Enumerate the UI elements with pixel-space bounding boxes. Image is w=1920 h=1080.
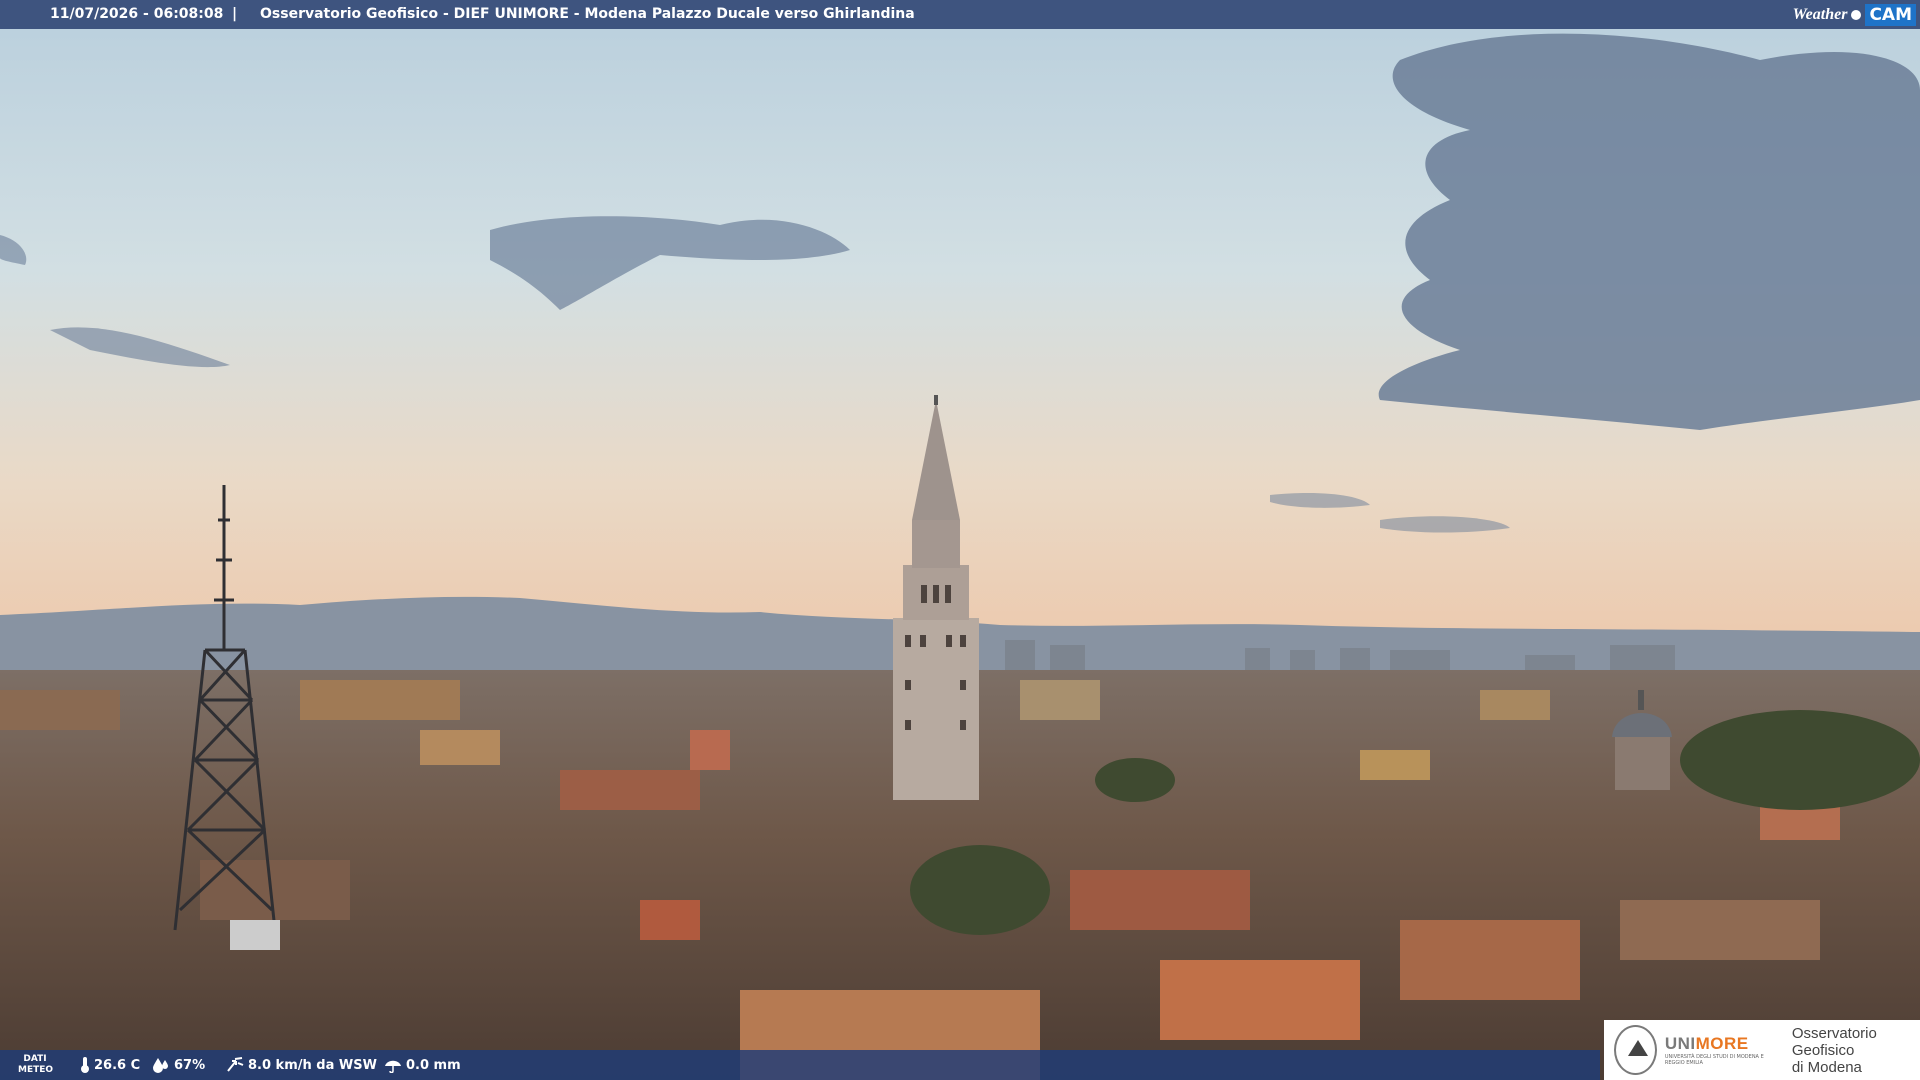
humidity-reading: 67% [152, 1057, 205, 1073]
observatory-name-line1: Osservatorio Geofisico [1791, 1024, 1877, 1059]
observatory-name-line2: di Modena [1791, 1058, 1862, 1076]
weathercam-logo: Weather CAM [1793, 0, 1920, 29]
weather-data-label: DATI METEO [18, 1054, 54, 1076]
weather-data-label-line2: METEO [18, 1065, 54, 1075]
weathercam-logo-weather: Weather [1792, 5, 1848, 23]
temperature-reading: 26.6 C [80, 1057, 140, 1073]
unimore-brand: UNIMORE UNIVERSITÀ DEGLI STUDI DI MODENA… [1665, 1034, 1782, 1066]
timestamp: 11/07/2026 - 06:08:08 [50, 6, 224, 22]
temperature-value: 26.6 C [94, 1057, 141, 1073]
brand-more: MORE [1695, 1034, 1749, 1053]
header-separator: | [232, 6, 238, 22]
university-seal-icon [1614, 1025, 1657, 1075]
header-bar: 11/07/2026 - 06:08:08 | Osservatorio Geo… [0, 0, 1920, 29]
brand-university-full-name: UNIVERSITÀ DEGLI STUDI DI MODENA E REGGI… [1664, 1054, 1764, 1066]
humidity-drops-icon [153, 1058, 168, 1073]
rain-value: 0.0 mm [406, 1057, 461, 1073]
brand-uni: UNI [1664, 1034, 1696, 1053]
weathercam-logo-cam: CAM [1865, 3, 1916, 26]
observatory-name: Osservatorio Geofisico di Modena [1792, 1025, 1920, 1076]
unimore-logo-panel: UNIMORE UNIVERSITÀ DEGLI STUDI DI MODENA… [1604, 1020, 1920, 1080]
weather-data-label-line1: DATI [23, 1054, 47, 1064]
camera-location-title: Osservatorio Geofisico - DIEF UNIMORE - … [260, 6, 915, 22]
thermometer-icon [81, 1057, 89, 1073]
antenna-equipment-box [230, 920, 280, 950]
humidity-value: 67% [174, 1057, 206, 1073]
wind-value: 8.0 km/h da WSW [248, 1057, 377, 1073]
weathercam-logo-dot-icon [1851, 9, 1862, 20]
weather-data-bar: DATI METEO 26.6 C 67% 8.0 km/h da WSW 0.… [0, 1050, 1600, 1080]
rain-umbrella-icon [385, 1060, 401, 1073]
wind-direction-icon [227, 1057, 244, 1072]
webcam-scene [0, 0, 1920, 1080]
rain-reading: 0.0 mm [384, 1057, 461, 1073]
wind-reading: 8.0 km/h da WSW [226, 1057, 377, 1073]
